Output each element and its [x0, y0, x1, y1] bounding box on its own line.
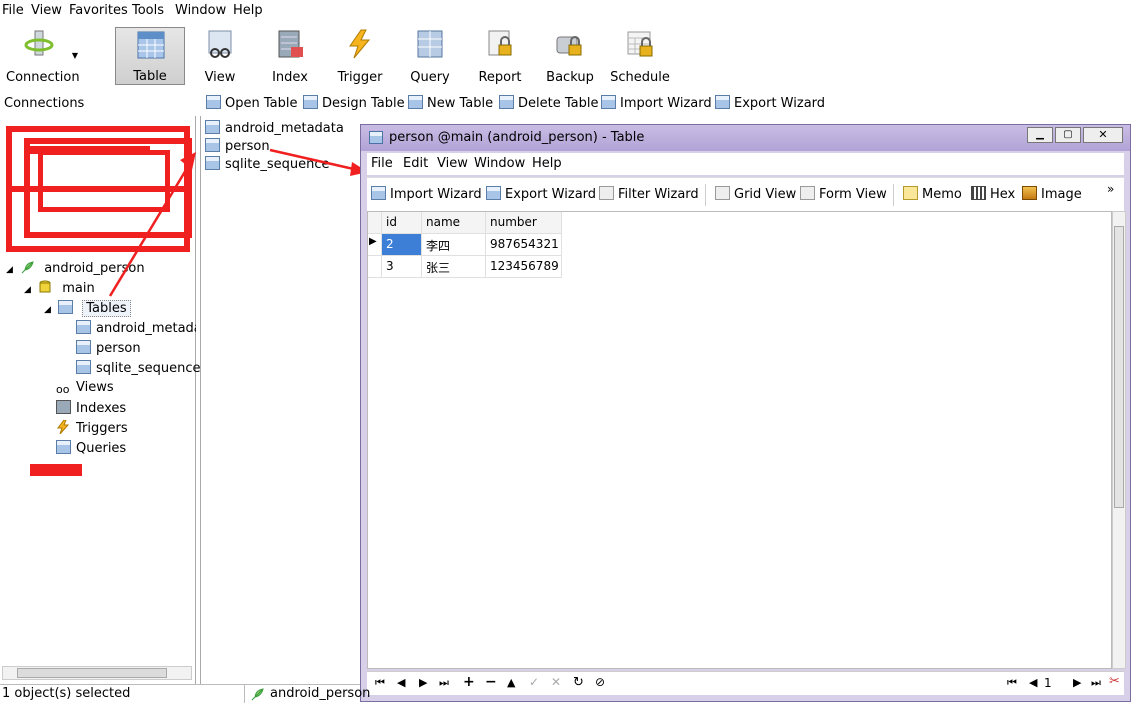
image-icon	[1022, 186, 1037, 200]
table-cell[interactable]: 3	[382, 256, 422, 278]
export-wizard-button[interactable]: Export Wizard	[486, 186, 596, 204]
win-menu-window[interactable]: Window	[474, 156, 525, 171]
table-cell[interactable]: 123456789	[486, 256, 562, 278]
arrow-line	[108, 159, 194, 297]
toolbar-overflow-icon[interactable]: »	[1107, 182, 1114, 196]
row-header-corner	[368, 212, 382, 234]
table-cell[interactable]: 李四	[422, 234, 486, 256]
table-cell[interactable]: 987654321	[486, 234, 562, 256]
minimize-button[interactable]: ▁	[1027, 127, 1053, 143]
table-cell[interactable]: 2	[382, 234, 422, 256]
column-header[interactable]: number	[486, 212, 562, 234]
close-button[interactable]: ✕	[1083, 127, 1123, 143]
status-separator	[244, 685, 245, 703]
row-pointer-icon: ▶	[368, 234, 382, 256]
window-menu: File Edit View Window Help	[367, 153, 1124, 175]
table-icon	[369, 131, 383, 144]
memo-icon	[903, 186, 918, 200]
table-cell[interactable]: 张三	[422, 256, 486, 278]
stop-icon[interactable]: ⊘	[595, 675, 605, 689]
selection-status: 1 object(s) selected	[2, 686, 131, 701]
toolbar-separator	[705, 184, 706, 206]
memo-button[interactable]: Memo	[903, 186, 962, 204]
import-wizard-button[interactable]: Import Wizard	[371, 186, 482, 204]
prev-record-icon[interactable]: ◀	[397, 676, 405, 689]
column-header[interactable]: name	[422, 212, 486, 234]
record-navigator: ⏮ ◀ ▶ ⏭ + − ▲ ✓ ✕ ↻ ⊘ ⏮ ◀ 1 ▶ ⏭ ✂	[367, 671, 1124, 695]
arrow-line	[269, 148, 359, 172]
form-view-button[interactable]: Form View	[800, 186, 887, 204]
export-wizard-icon	[486, 186, 501, 200]
image-button[interactable]: Image	[1022, 186, 1082, 204]
add-record-icon[interactable]: +	[463, 674, 475, 690]
form-icon	[800, 186, 815, 200]
import-wizard-icon	[371, 186, 386, 200]
filter-wizard-button[interactable]: Filter Wizard	[599, 186, 699, 204]
vertical-scrollbar[interactable]	[1112, 211, 1126, 669]
table-window: person @main (android_person) - Table ▁ …	[360, 124, 1131, 702]
page-number[interactable]: 1	[1044, 676, 1052, 690]
apply-icon[interactable]: ✓	[529, 675, 539, 689]
win-menu-edit[interactable]: Edit	[403, 156, 428, 171]
window-toolbar: Import Wizard Export Wizard Filter Wizar…	[367, 177, 1124, 211]
status-db: android_person	[270, 686, 371, 701]
refresh-icon[interactable]: ↻	[573, 675, 584, 690]
toolbar-separator	[893, 184, 894, 206]
next-record-icon[interactable]: ▶	[419, 676, 427, 689]
settings-icon[interactable]: ✂	[1109, 674, 1120, 689]
scroll-thumb[interactable]	[1114, 226, 1124, 508]
hex-button[interactable]: Hex	[971, 186, 1015, 204]
next-page-icon[interactable]: ▶	[1073, 676, 1081, 689]
data-grid: id name number ▶ 2 李四 987654321 3 张三 123…	[367, 211, 1112, 669]
maximize-button[interactable]: ▢	[1055, 127, 1081, 143]
feather-icon	[251, 688, 264, 701]
cancel-icon[interactable]: ✕	[551, 675, 561, 689]
delete-record-icon[interactable]: −	[485, 674, 497, 690]
first-record-icon[interactable]: ⏮	[375, 676, 385, 690]
status-bar: 1 object(s) selected android_person	[0, 684, 370, 703]
filter-icon	[599, 186, 614, 200]
row-header	[368, 256, 382, 278]
hex-icon	[971, 186, 986, 200]
win-menu-file[interactable]: File	[371, 156, 393, 171]
edit-record-icon[interactable]: ▲	[507, 676, 515, 689]
first-page-icon[interactable]: ⏮	[1007, 676, 1017, 690]
column-header[interactable]: id	[382, 212, 422, 234]
last-page-icon[interactable]: ⏭	[1091, 676, 1101, 690]
prev-page-icon[interactable]: ◀	[1029, 676, 1037, 689]
grid-view-button[interactable]: Grid View	[715, 186, 796, 204]
grid-icon	[715, 186, 730, 200]
win-menu-help[interactable]: Help	[532, 156, 562, 171]
window-titlebar[interactable]: person @main (android_person) - Table ▁ …	[361, 125, 1130, 151]
win-menu-view[interactable]: View	[437, 156, 468, 171]
last-record-icon[interactable]: ⏭	[439, 676, 449, 690]
window-title: person @main (android_person) - Table	[389, 130, 645, 145]
